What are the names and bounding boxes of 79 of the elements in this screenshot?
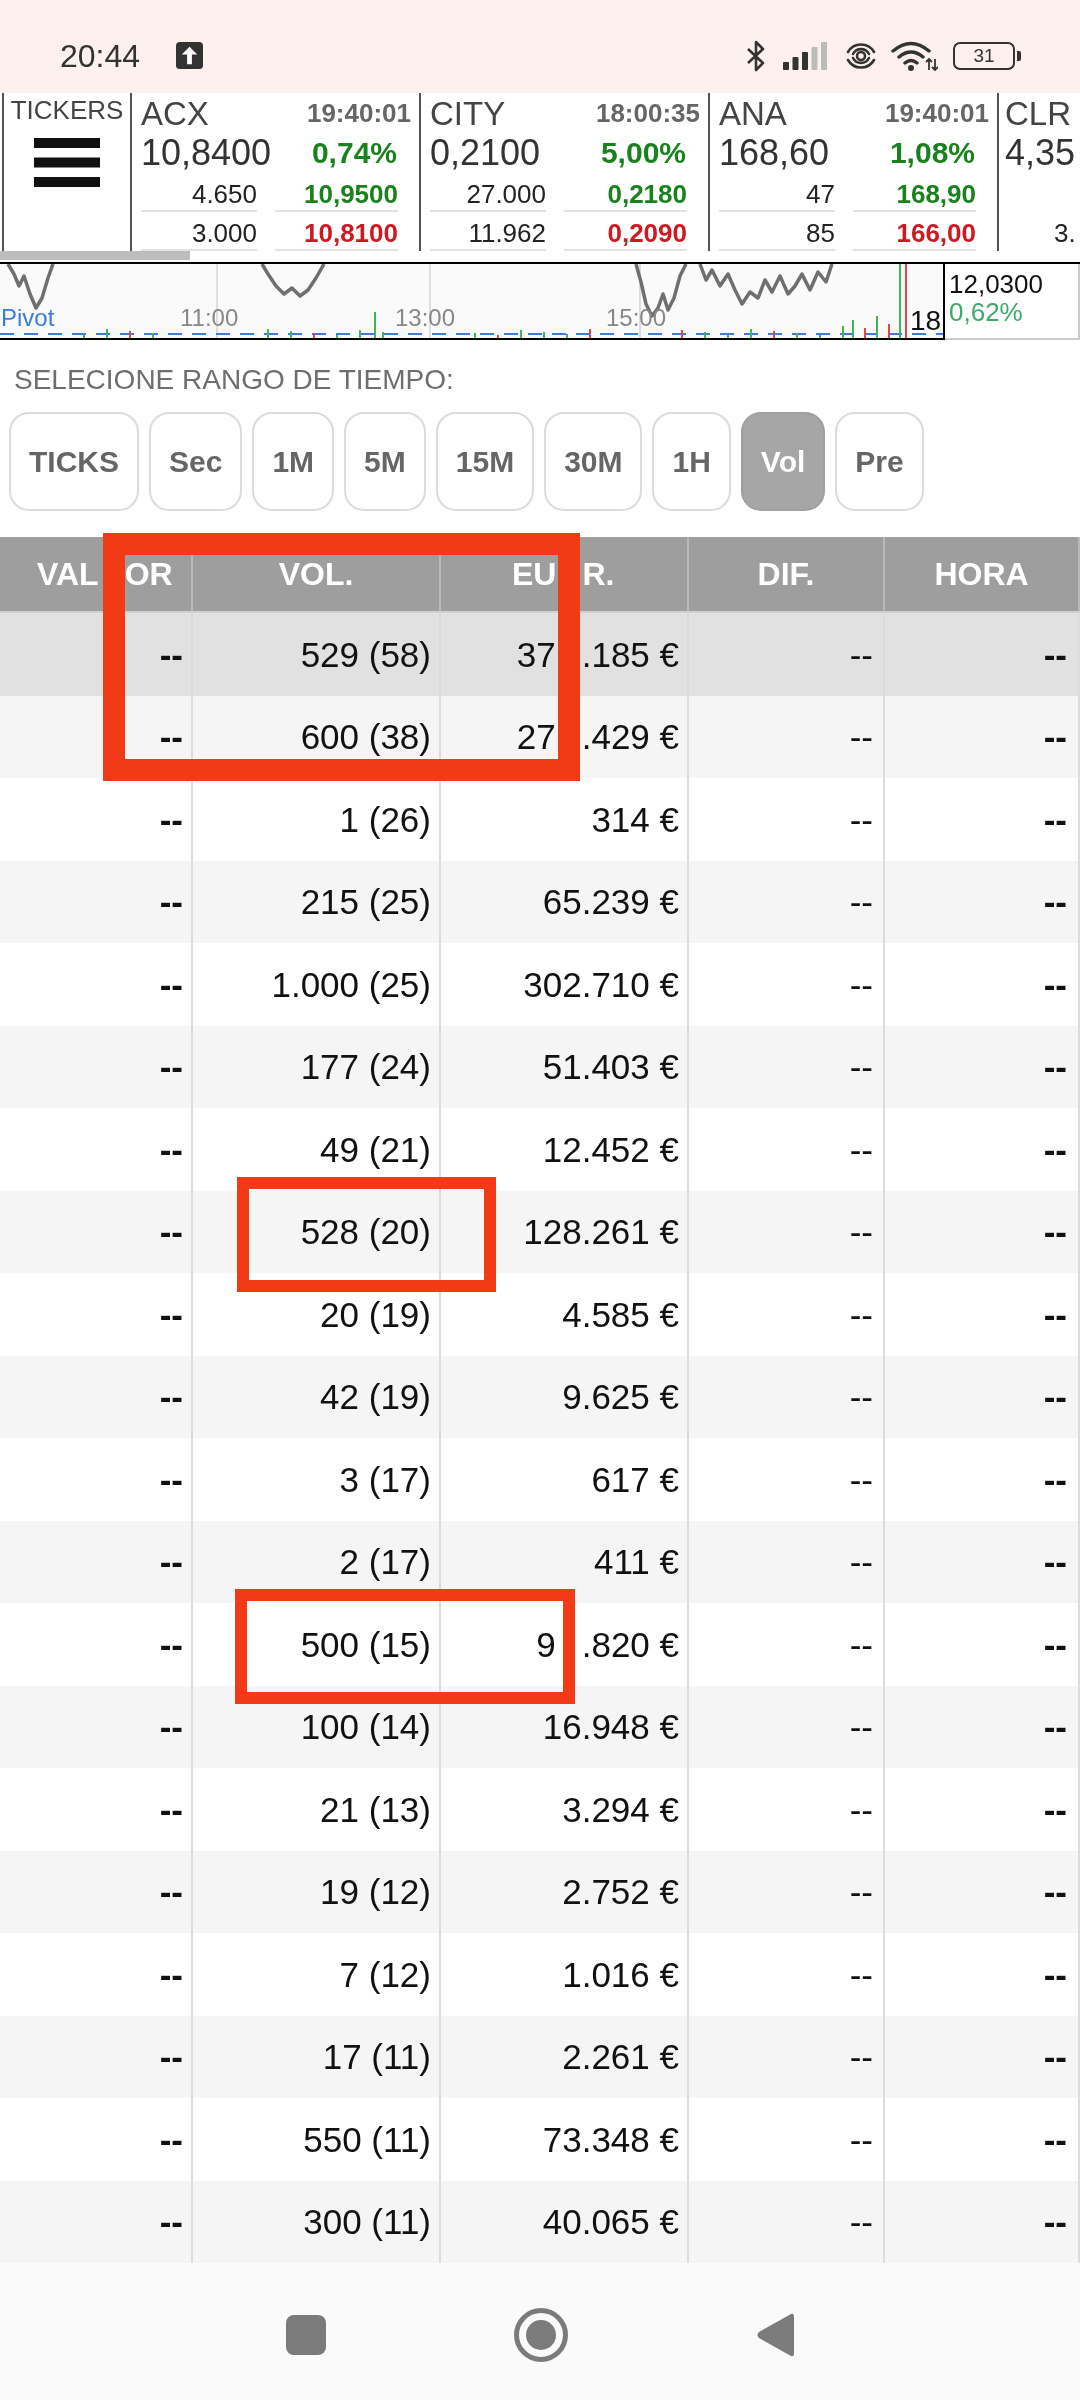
range-button[interactable]: Sec [149,412,243,511]
bid-volume: 27.000 [430,181,546,212]
ticker-card[interactable]: CITY 18:00:35 0,2100 5,00% 27.000 0,2180 11.962 0,2090 [421,93,710,251]
range-button[interactable]: 5M [344,412,426,511]
ticker-change: 1,08% [889,138,975,168]
ticker-symbol: ANA [719,96,787,130]
ticker-symbol: ACX [141,96,209,130]
wifi-icon [891,40,938,71]
column-header: VOL. [193,537,441,611]
range-button[interactable]: Pre [835,412,924,511]
time-axis-label: 11:00 [180,304,239,331]
bid-volume: 4.650 [141,181,257,212]
range-button[interactable]: 1H [652,412,731,511]
range-button[interactable]: TICKS [9,412,139,511]
cell-text-fragment: .820 € [581,1626,679,1662]
tickers-label: TICKERS [10,96,124,124]
cell-text-fragment: 9 [536,1626,556,1662]
table-row[interactable]: -- 2 (17) 411 € -- -- [0,1520,1080,1603]
range-button[interactable]: 1M [252,412,335,511]
bid-volume: 47 [719,181,835,212]
menu-icon[interactable] [34,138,100,187]
ticker-price: 168,60 [719,135,830,171]
ticker-time: 19:40:01 [306,100,411,126]
cell-text-fragment: 37 [516,636,556,672]
cell-text-fragment: .429 € [581,719,679,755]
table-row[interactable]: -- 528 (20) 128.261 € -- -- [0,1190,1080,1273]
ticker-card[interactable]: ACX 19:40:01 10,8400 0,74% 4.650 10,9500 3.000 10,8100 [132,93,421,251]
ticker-price: 10,8400 [141,135,272,171]
table-row[interactable]: -- 42 (19) 9.625 € -- -- [0,1355,1080,1438]
column-header-fragment: VAL [37,558,99,590]
time-axis-label: 18 [910,305,942,336]
ticker-card[interactable]: ANA 19:40:01 168,60 1,08% 47 168,90 85 166,00 [710,93,999,251]
table-row[interactable]: -- 529 (58) 37 .185 € -- -- [0,613,1080,696]
column-header-fragment: EU [512,558,557,590]
ask-price: 166,00 [853,220,976,251]
table-row[interactable]: -- 177 (24) 51.403 € -- -- [0,1025,1080,1108]
table-row[interactable]: -- 300 (11) 40.065 € -- -- [0,2180,1080,2263]
ticker-symbol: CITY [430,96,506,130]
cell-text-fragment: 27 [516,719,556,755]
status-time: 20:44 [60,39,141,72]
bid-price: 168,90 [853,181,976,212]
range-button[interactable]: 30M [544,412,643,511]
time-axis-label: 13:00 [395,304,456,331]
ticker-time: 18:00:35 [595,100,700,126]
ask-price: 10,8100 [275,220,398,251]
column-header-fragment: OR [124,558,173,590]
column-header: HORA [885,537,1080,611]
table-row[interactable]: -- 215 (25) 65.239 € -- -- [0,860,1080,943]
range-button[interactable]: 15M [435,412,535,511]
ticker-change: 0,74% [311,138,397,168]
signal-icon [783,41,827,70]
ask-volume: 85 [719,220,835,251]
ask-price: 0,2090 [564,220,687,251]
square-icon[interactable] [286,2314,326,2355]
arrow-up-icon [176,42,204,69]
ask-volume: 11.962 [430,220,546,251]
ticker-price: 0,2100 [430,135,541,171]
ticker-card[interactable]: CLR 4,35 3. [999,93,1080,251]
column-header: DIF. [689,537,885,611]
time-axis-label: 15:00 [606,304,667,331]
table-row[interactable]: -- 17 (11) 2.261 € -- -- [0,2015,1080,2098]
ticker-change: 5,00% [600,138,686,168]
ticker-time: 19:40:01 [884,100,989,126]
pivot-label: Pivot [1,304,55,331]
ticker-symbol: CLR [1005,96,1072,130]
table-cell: 600 (38) [193,695,441,778]
bid-price: 10,9500 [275,181,398,212]
column-header-fragment: R. [582,558,615,590]
last-price: 12,0300 [949,270,1044,298]
table-row[interactable]: -- 100 (14) 16.948 € -- -- [0,1685,1080,1768]
range-label: SELECIONE RANGO DE TIEMPO: [14,364,454,395]
bid-price: 0,2180 [564,181,687,212]
ask-volume: 3. [1054,220,1076,250]
cell-text-fragment: .185 € [581,636,679,672]
circle-icon[interactable] [514,2307,568,2362]
last-change: 0,62% [949,298,1024,326]
table-row[interactable]: -- 19 (12) 2.752 € -- -- [0,1850,1080,1933]
battery-percent: 31 [973,46,995,65]
ticker-price: 4,35 [1005,135,1076,171]
